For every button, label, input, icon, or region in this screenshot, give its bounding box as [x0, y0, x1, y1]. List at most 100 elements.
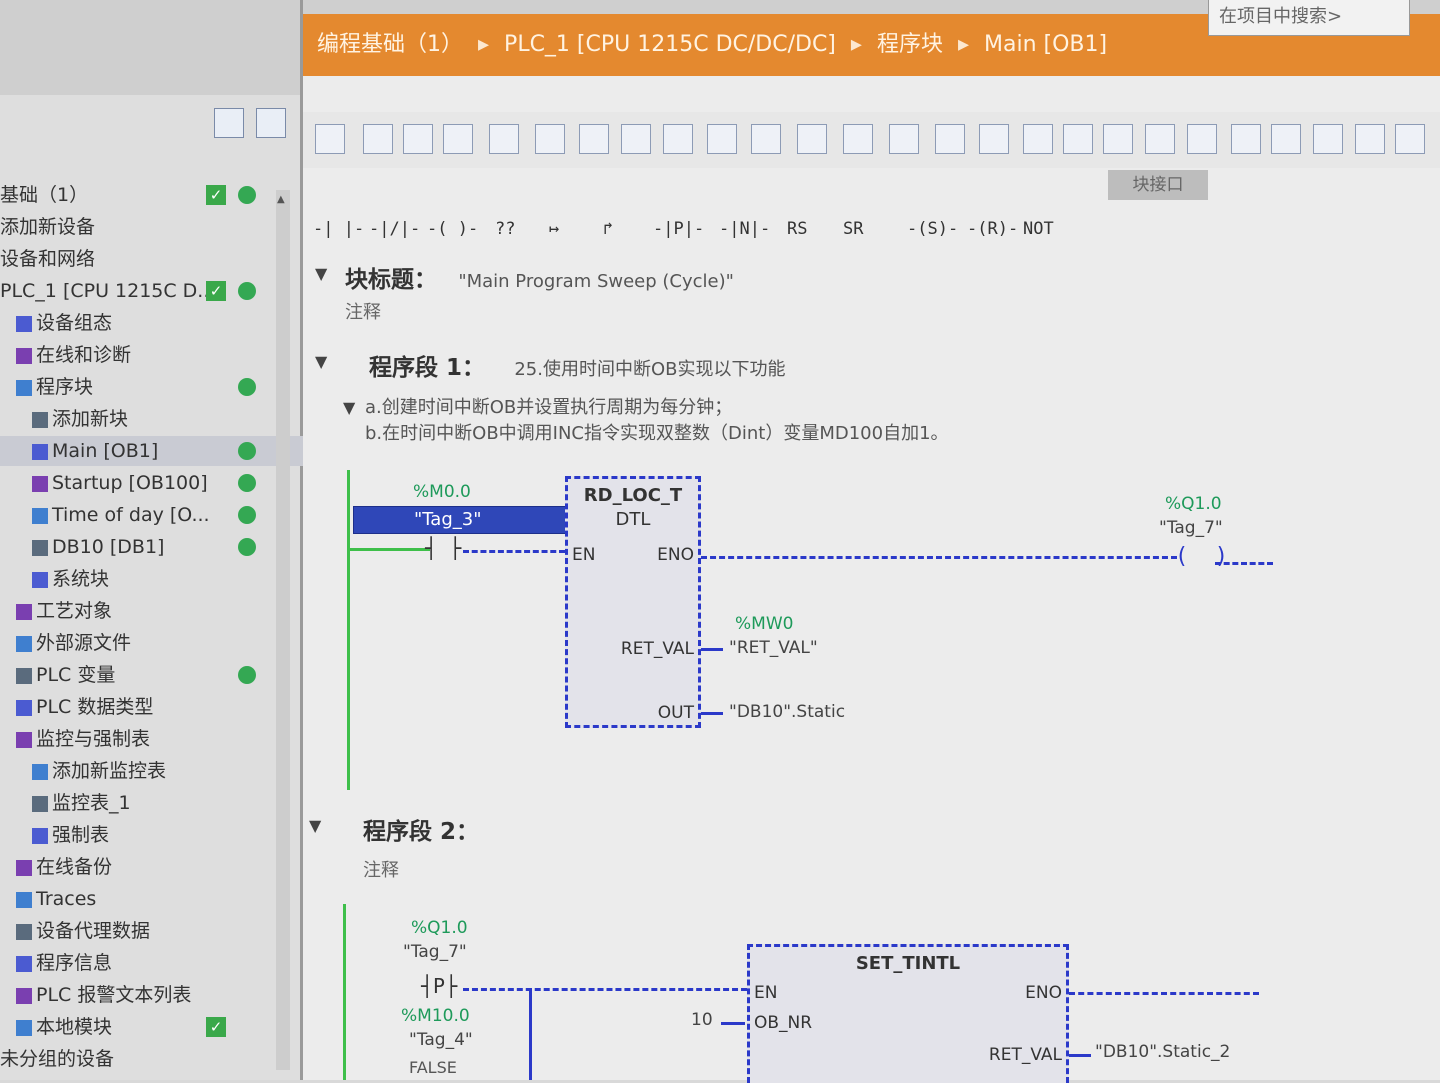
n1-coil-tag[interactable]: "Tag_7" — [1159, 518, 1223, 538]
ladder-symbol-button[interactable]: RS — [787, 216, 807, 242]
toolbar-tool-icon[interactable] — [1023, 124, 1053, 154]
tree-item[interactable]: 添加新设备 — [0, 212, 275, 242]
tree-overview-icon[interactable] — [256, 108, 286, 138]
ladder-symbol-button[interactable]: SR — [843, 216, 863, 242]
rd-loc-t-block[interactable]: RD_LOC_T DTL EN ENO RET_VAL OUT — [565, 476, 701, 728]
block-title-collapse-icon[interactable]: ▼ — [315, 264, 327, 283]
toolbar-tool-icon[interactable] — [1063, 124, 1093, 154]
tree-item[interactable]: Main [OB1] — [0, 436, 307, 466]
n2-retval-tag[interactable]: "DB10".Static_2 — [1095, 1042, 1230, 1062]
tree-item[interactable]: 本地模块 — [0, 1012, 291, 1042]
toolbar-tool-icon[interactable] — [935, 124, 965, 154]
block-interface-tab[interactable]: 块接口 — [1108, 170, 1208, 200]
toolbar-tool-icon[interactable] — [1145, 124, 1175, 154]
tree-item[interactable]: Traces — [0, 884, 291, 914]
toolbar-tool-icon[interactable] — [535, 124, 565, 154]
ladder-symbol-button[interactable]: ↱ — [603, 216, 613, 242]
ladder-symbol-button[interactable]: -(S)- — [907, 216, 958, 242]
tree-item[interactable]: 程序信息 — [0, 948, 291, 978]
n2-contact1-tag[interactable]: "Tag_7" — [403, 942, 467, 962]
n1-out-tag[interactable]: "DB10".Static — [729, 702, 845, 722]
toolbar-tool-icon[interactable] — [843, 124, 873, 154]
tree-item[interactable]: Time of day [O... — [0, 500, 307, 530]
n1-retval-tag[interactable]: "RET_VAL" — [729, 638, 818, 658]
breadcrumb-main-ob1[interactable]: Main [OB1] — [984, 32, 1107, 57]
breadcrumb-plc[interactable]: PLC_1 [CPU 1215C DC/DC/DC] — [504, 32, 836, 57]
toolbar-tool-icon[interactable] — [889, 124, 919, 154]
tree-item[interactable]: 添加新块 — [0, 404, 307, 434]
set-tintl-block[interactable]: SET_TINTL EN ENO OB_NR RET_VAL — [747, 944, 1069, 1083]
ladder-symbol-button[interactable]: ?? — [495, 216, 515, 242]
toolbar-tool-icon[interactable] — [1271, 124, 1301, 154]
block-comment[interactable]: 注释 — [345, 298, 381, 324]
toolbar-tool-icon[interactable] — [403, 124, 433, 154]
tree-item[interactable]: PLC 报警文本列表 — [0, 980, 291, 1010]
n2-p-contact[interactable]: ┤P├ — [421, 974, 457, 998]
toolbar-tool-icon[interactable] — [621, 124, 651, 154]
breadcrumb-project[interactable]: 编程基础（1） — [317, 32, 463, 57]
network1-comment-b[interactable]: b.在时间中断OB中调用INC指令实现双整数（Dint）变量MD100自加1。 — [365, 422, 949, 446]
ladder-symbol-button[interactable]: -|N|- — [719, 216, 770, 242]
tree-item[interactable]: 强制表 — [0, 820, 307, 850]
tree-item[interactable]: 监控与强制表 — [0, 724, 291, 754]
block-title-value[interactable]: "Main Program Sweep (Cycle)" — [458, 271, 734, 292]
tree-item[interactable]: 系统块 — [0, 564, 307, 594]
n2-obnr-value[interactable]: 10 — [691, 1010, 713, 1030]
tree-item[interactable]: PLC 数据类型 — [0, 692, 291, 722]
network1-comment-a[interactable]: a.创建时间中断OB并设置执行周期为每分钟； — [365, 396, 732, 420]
tree-item[interactable]: 在线和诊断 — [0, 340, 291, 370]
ladder-symbol-button[interactable]: -|/|- — [369, 216, 420, 242]
tree-item[interactable]: 设备和网络 — [0, 244, 275, 274]
toolbar-tool-icon[interactable] — [1231, 124, 1261, 154]
tree-item[interactable]: Startup [OB100] — [0, 468, 307, 498]
toolbar-tool-icon[interactable] — [707, 124, 737, 154]
toolbar-tool-icon[interactable] — [1187, 124, 1217, 154]
tree-scrollbar[interactable]: ▲ — [276, 190, 290, 1070]
ladder-symbol-button[interactable]: -(R)- — [967, 216, 1018, 242]
toolbar-tool-icon[interactable] — [797, 124, 827, 154]
ladder-symbol-button[interactable]: -| |- — [313, 216, 364, 242]
ladder-symbol-button[interactable]: -|P|- — [653, 216, 704, 242]
tree-item[interactable]: 外部源文件 — [0, 628, 291, 658]
tree-item[interactable]: 未分组的设备 — [0, 1044, 275, 1074]
network1-collapse-icon[interactable]: ▼ — [315, 352, 327, 371]
tree-item[interactable]: 设备代理数据 — [0, 916, 291, 946]
n1-contact-tag-input[interactable]: "Tag_3" — [353, 506, 583, 534]
ladder-symbol-button[interactable]: NOT — [1023, 216, 1054, 242]
tree-item[interactable]: 监控表_1 — [0, 788, 307, 818]
tree-item[interactable]: PLC_1 [CPU 1215C D... — [0, 276, 275, 306]
tree-item[interactable]: 在线备份 — [0, 852, 291, 882]
toolbar-tool-icon[interactable] — [1355, 124, 1385, 154]
toolbar-tool-icon[interactable] — [579, 124, 609, 154]
ladder-symbol-button[interactable]: -( )- — [427, 216, 478, 242]
breadcrumb-program-blocks[interactable]: 程序块 — [877, 32, 943, 57]
toolbar-tool-icon[interactable] — [1103, 124, 1133, 154]
tree-node-icon — [16, 859, 32, 876]
toolbar-tool-icon[interactable] — [1395, 124, 1425, 154]
tree-item[interactable]: DB10 [DB1] — [0, 532, 307, 562]
project-search-input[interactable]: 在项目中搜索> — [1208, 0, 1410, 36]
scroll-up-icon[interactable]: ▲ — [277, 194, 285, 205]
toolbar-tool-icon[interactable] — [363, 124, 393, 154]
tree-item[interactable]: 设备组态 — [0, 308, 291, 338]
network1-comment-collapse-icon[interactable]: ▼ — [343, 398, 355, 417]
n2-contact2-tag[interactable]: "Tag_4" — [409, 1030, 473, 1050]
toolbar-tool-icon[interactable] — [489, 124, 519, 154]
network2-comment[interactable]: 注释 — [363, 856, 399, 882]
breadcrumb-separator-icon: ▸ — [957, 32, 969, 57]
n1-output-coil[interactable]: ( ) — [1175, 544, 1228, 569]
tree-item[interactable]: 添加新监控表 — [0, 756, 307, 786]
toolbar-tool-icon[interactable] — [663, 124, 693, 154]
network2-collapse-icon[interactable]: ▼ — [309, 816, 321, 835]
tree-item[interactable]: 工艺对象 — [0, 596, 291, 626]
toolbar-tool-icon[interactable] — [1313, 124, 1343, 154]
toolbar-tool-icon[interactable] — [979, 124, 1009, 154]
toolbar-tool-icon[interactable] — [315, 124, 345, 154]
tree-item[interactable]: 基础（1） — [0, 180, 275, 210]
tree-view-icon[interactable] — [214, 108, 244, 138]
toolbar-tool-icon[interactable] — [751, 124, 781, 154]
toolbar-tool-icon[interactable] — [443, 124, 473, 154]
n1-no-contact[interactable]: ┤ ├ — [425, 536, 461, 560]
network1-comment[interactable]: 25.使用时间中断OB实现以下功能 — [514, 359, 785, 380]
ladder-symbol-button[interactable]: ↦ — [549, 216, 559, 242]
